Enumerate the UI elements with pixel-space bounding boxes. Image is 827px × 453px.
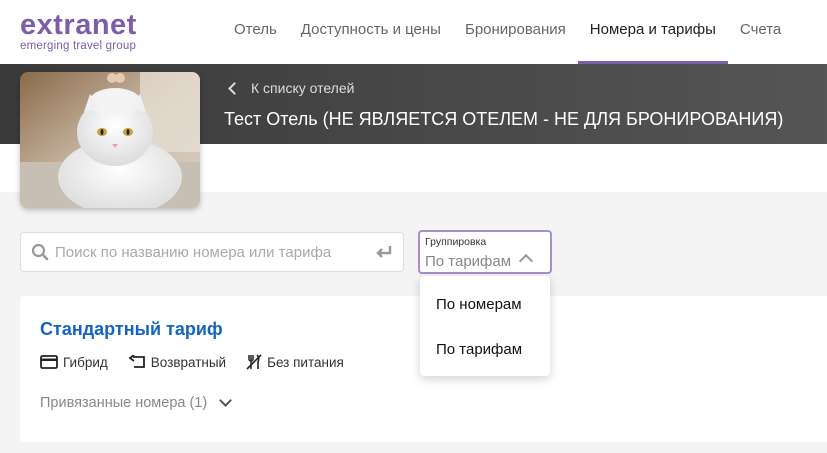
tag-meal: Без питания	[246, 354, 344, 370]
grouping-select[interactable]: Группировка По тарифам	[418, 230, 552, 274]
linked-rooms-toggle[interactable]: Привязанные номера (1)	[40, 394, 233, 411]
back-to-hotels-link[interactable]: К списку отелей	[226, 80, 354, 96]
logo-sub-text: emerging travel group	[20, 40, 137, 52]
tag-meal-label: Без питания	[267, 354, 344, 370]
no-meal-icon	[246, 354, 262, 370]
search-icon	[31, 243, 49, 261]
linked-rooms-label: Привязанные номера (1)	[40, 395, 208, 411]
grouping-value: По тарифам	[425, 253, 512, 270]
grouping-option-rooms[interactable]: По номерам	[436, 296, 522, 313]
extranet-logo[interactable]: extranet emerging travel group	[20, 10, 137, 52]
grouping-dropdown: По номерам По тарифам	[420, 276, 550, 376]
back-link-label: К списку отелей	[251, 80, 355, 96]
tag-payment: Гибрид	[40, 355, 108, 370]
tag-payment-label: Гибрид	[63, 354, 108, 370]
nav-item-hotel[interactable]: Отель	[222, 0, 289, 64]
logo-main-text: extranet	[20, 9, 137, 41]
chevron-left-icon	[228, 81, 241, 95]
search-box	[20, 232, 404, 272]
top-bar: extranet emerging travel group Отель Дос…	[0, 0, 827, 64]
nav-item-bookings[interactable]: Бронирования	[453, 0, 578, 64]
nav-item-rooms-rates[interactable]: Номера и тарифы	[577, 0, 729, 64]
return-arrow-icon	[128, 355, 145, 368]
hotel-photo	[20, 72, 200, 208]
grouping-option-tariffs[interactable]: По тарифам	[436, 341, 522, 358]
chevron-down-icon	[219, 394, 233, 407]
cat-photo-icon	[20, 72, 200, 208]
tariff-title-link[interactable]: Стандартный тариф	[40, 319, 223, 340]
enter-icon[interactable]	[375, 244, 393, 260]
nav-item-availability[interactable]: Доступность и цены	[289, 0, 453, 64]
tariff-tags: Гибрид Возвратный Без питания	[40, 354, 364, 370]
main-nav: Отель Доступность и цены Бронирования Но…	[222, 0, 793, 64]
hotel-title: Тест Отель (НЕ ЯВЛЯЕТСЯ ОТЕЛЕМ - НЕ ДЛЯ …	[224, 109, 784, 129]
tag-refund: Возвратный	[128, 355, 226, 370]
card-icon	[40, 355, 58, 369]
search-input[interactable]	[55, 243, 355, 261]
tag-refund-label: Возвратный	[150, 354, 227, 370]
nav-item-invoices[interactable]: Счета	[728, 0, 793, 64]
chevron-up-icon	[518, 253, 534, 269]
grouping-label: Группировка	[425, 236, 487, 248]
